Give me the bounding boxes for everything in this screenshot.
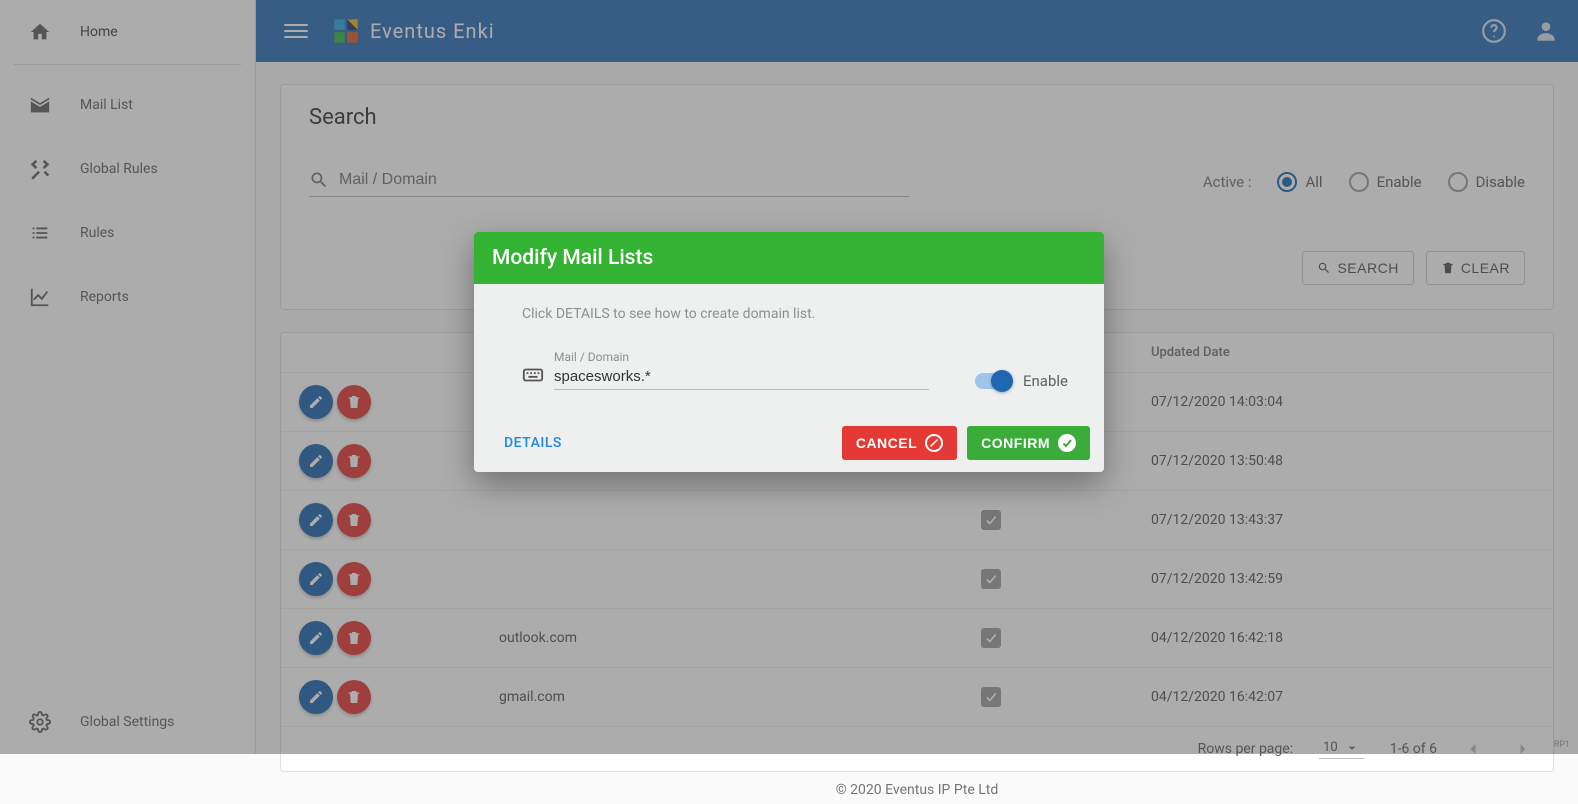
button-label: CANCEL: [856, 435, 917, 451]
modify-mail-dialog: Modify Mail Lists Click DETAILS to see h…: [474, 232, 1104, 472]
dialog-title: Modify Mail Lists: [474, 232, 1104, 284]
enable-toggle[interactable]: [975, 373, 1011, 389]
dialog-hint: Click DETAILS to see how to create domai…: [522, 306, 1068, 322]
details-button[interactable]: DETAILS: [504, 435, 562, 451]
confirm-button[interactable]: CONFIRM: [967, 426, 1090, 460]
check-icon: [1058, 434, 1076, 452]
cancel-button[interactable]: CANCEL: [842, 426, 957, 460]
modal-overlay: Modify Mail Lists Click DETAILS to see h…: [0, 0, 1578, 754]
footer-copyright: © 2020 Eventus IP Pte Ltd: [280, 772, 1554, 804]
button-label: CONFIRM: [981, 435, 1050, 451]
mail-domain-input[interactable]: [554, 366, 929, 390]
toggle-label: Enable: [1023, 372, 1068, 390]
field-label: Mail / Domain: [554, 350, 929, 364]
keyboard-icon: [522, 364, 544, 386]
block-icon: [925, 434, 943, 452]
